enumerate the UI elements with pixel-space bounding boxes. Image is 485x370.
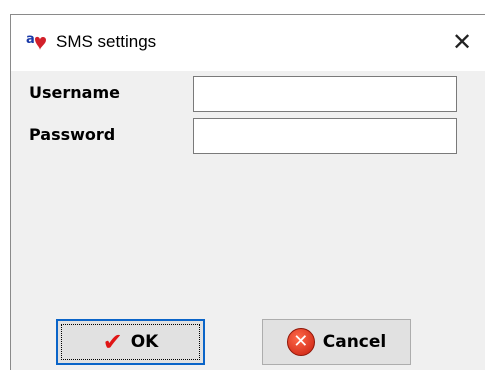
window-title: SMS settings xyxy=(56,32,157,51)
ok-button[interactable]: ✔ OK xyxy=(56,319,205,365)
cancel-button[interactable]: ✕ Cancel xyxy=(262,319,411,365)
close-icon[interactable]: ✕ xyxy=(445,25,479,59)
app-ab-icon: a xyxy=(26,32,46,50)
password-label: Password xyxy=(29,125,116,144)
sms-settings-dialog: a SMS settings ✕ Username Password ✔ OK … xyxy=(10,14,485,370)
username-field[interactable] xyxy=(193,76,457,112)
password-field[interactable] xyxy=(193,118,457,154)
username-label: Username xyxy=(29,83,120,102)
cancel-icon: ✕ xyxy=(286,328,315,356)
svg-text:a: a xyxy=(26,32,35,47)
focus-rectangle xyxy=(61,324,200,360)
cancel-button-label: Cancel xyxy=(322,332,387,352)
title-bar: a SMS settings ✕ xyxy=(11,15,485,71)
